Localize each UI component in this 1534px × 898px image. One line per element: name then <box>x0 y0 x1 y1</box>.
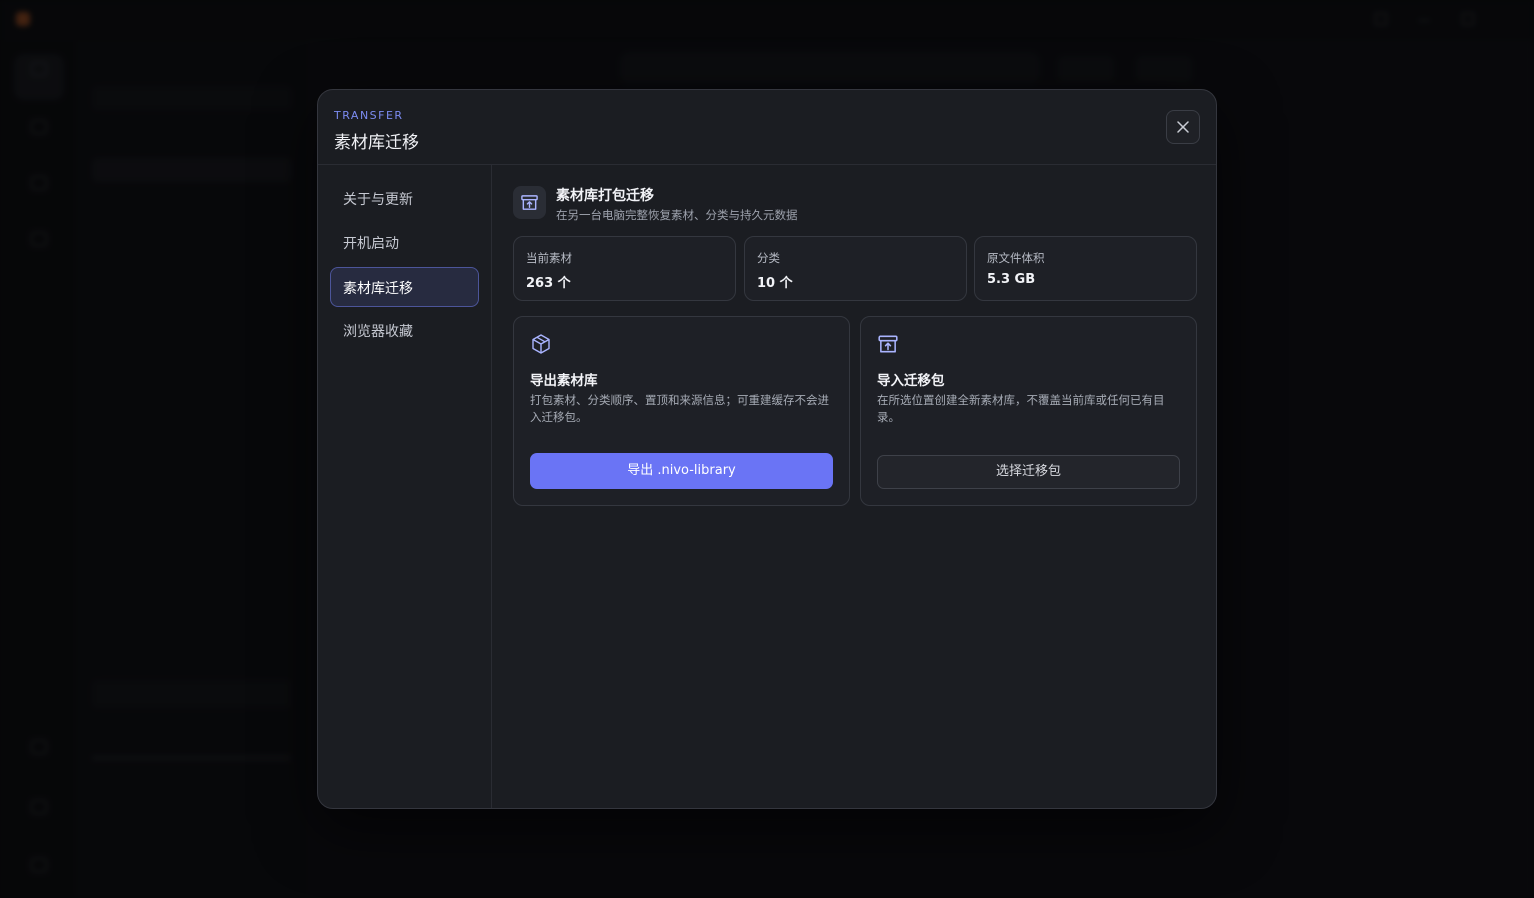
nav-item-label: 素材库迁移 <box>343 281 413 297</box>
package-icon <box>532 334 550 354</box>
modal-title: 素材库迁移 <box>334 133 419 153</box>
nav-item-about[interactable]: 关于与更新 <box>330 178 479 218</box>
nav-item-label: 关于与更新 <box>343 192 413 208</box>
nav-item-startup[interactable]: 开机启动 <box>330 222 479 262</box>
transfer-modal: TRANSFER 素材库迁移 关于与更新 开机启动 素材库迁移 浏览器收藏 素材… <box>317 89 1217 809</box>
stat-value: 10 个 <box>757 276 793 291</box>
nav-item-label: 浏览器收藏 <box>343 324 413 340</box>
stat-label: 原文件体积 <box>987 251 1045 265</box>
nav-item-transfer[interactable]: 素材库迁移 <box>330 267 479 307</box>
section-title: 素材库打包迁移 <box>556 188 654 204</box>
stat-value: 263 个 <box>526 276 571 291</box>
select-package-button[interactable]: 选择迁移包 <box>877 455 1180 489</box>
transfer-panel: 素材库打包迁移 在另一台电脑完整恢复素材、分类与持久元数据 当前素材 263 个… <box>493 165 1216 808</box>
close-button[interactable] <box>1166 110 1200 144</box>
stat-current-assets: 当前素材 263 个 <box>513 236 736 301</box>
archive-upload-icon <box>878 335 898 353</box>
modal-header: TRANSFER 素材库迁移 <box>318 90 1216 165</box>
archive-icon <box>513 186 546 219</box>
stat-label: 分类 <box>757 251 780 265</box>
export-card: 导出素材库 打包素材、分类顺序、置顶和来源信息；可重建缓存不会进入迁移包。 导出… <box>513 316 850 506</box>
stat-value: 5.3 GB <box>987 272 1036 287</box>
modal-eyebrow: TRANSFER <box>334 109 404 122</box>
stat-file-size: 原文件体积 5.3 GB <box>974 236 1197 301</box>
close-icon <box>1177 121 1189 133</box>
export-card-title: 导出素材库 <box>530 373 598 389</box>
import-card-title: 导入迁移包 <box>877 373 945 389</box>
stat-label: 当前素材 <box>526 251 572 265</box>
settings-nav: 关于与更新 开机启动 素材库迁移 浏览器收藏 <box>318 165 492 808</box>
import-card: 导入迁移包 在所选位置创建全新素材库，不覆盖当前库或任何已有目录。 选择迁移包 <box>860 316 1197 506</box>
stat-categories: 分类 10 个 <box>744 236 967 301</box>
nav-item-browser-favorites[interactable]: 浏览器收藏 <box>330 310 479 350</box>
section-subtitle: 在另一台电脑完整恢复素材、分类与持久元数据 <box>556 208 798 222</box>
export-library-button[interactable]: 导出 .nivo-library <box>530 453 833 489</box>
export-card-description: 打包素材、分类顺序、置顶和来源信息；可重建缓存不会进入迁移包。 <box>530 393 829 424</box>
import-card-description: 在所选位置创建全新素材库，不覆盖当前库或任何已有目录。 <box>877 393 1165 424</box>
nav-item-label: 开机启动 <box>343 236 399 252</box>
